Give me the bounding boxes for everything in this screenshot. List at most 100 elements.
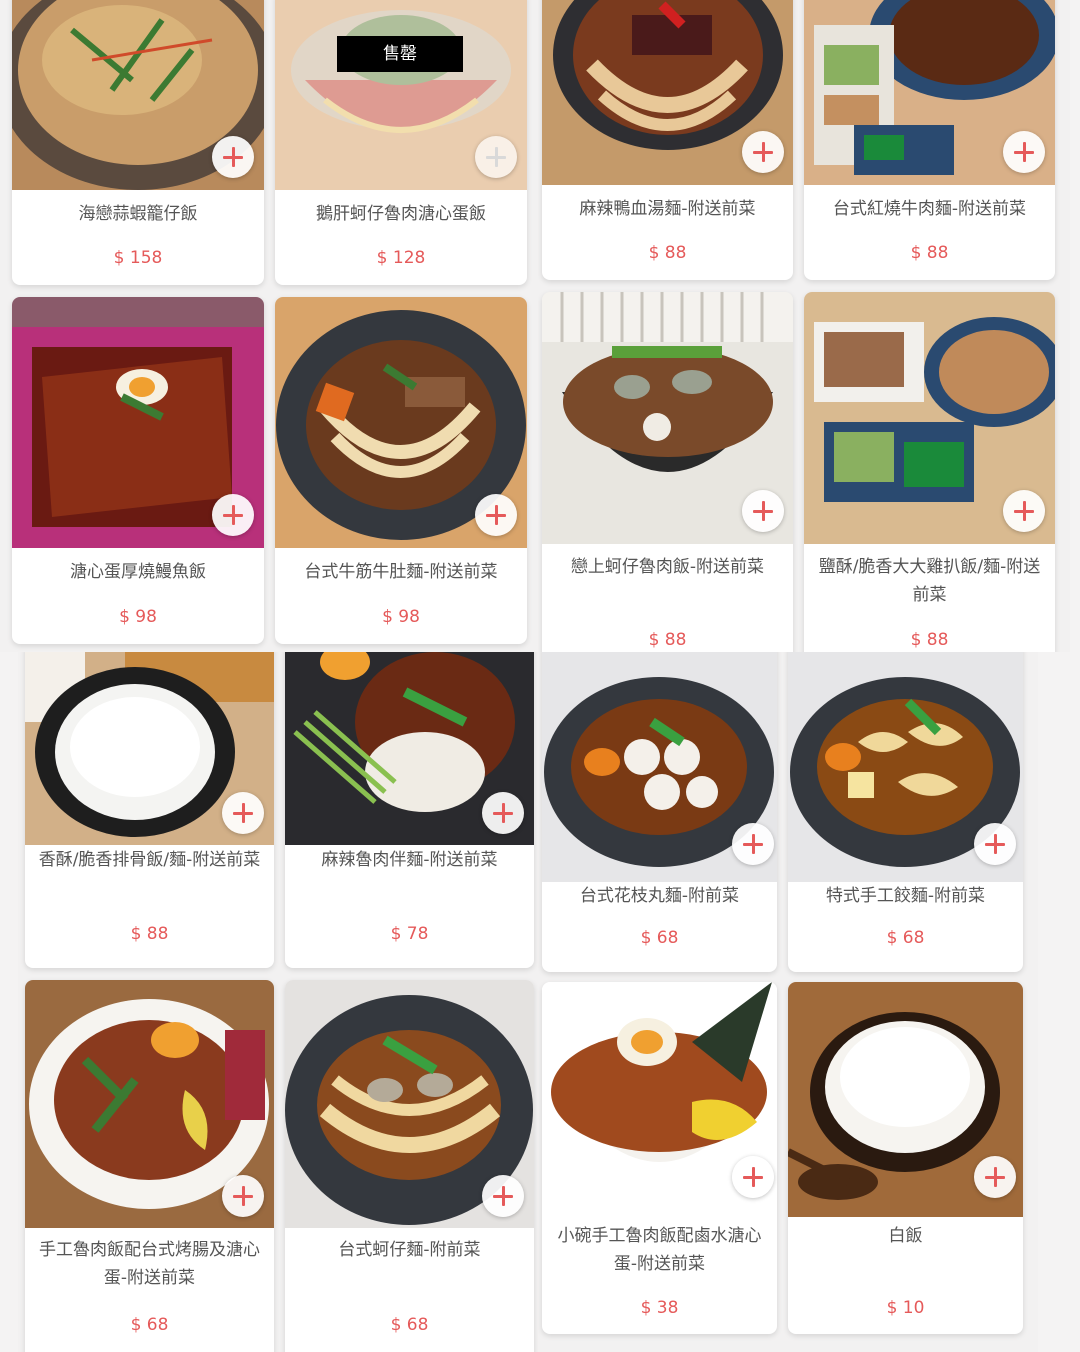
price-value: 68	[146, 1315, 169, 1335]
item-price: $ 88	[25, 924, 274, 944]
add-to-cart-button[interactable]	[732, 1156, 774, 1198]
currency-symbol: $	[640, 928, 652, 948]
price-value: 88	[926, 243, 949, 263]
item-price: $ 38	[542, 1298, 777, 1318]
add-to-cart-button[interactable]	[482, 1175, 524, 1217]
price-value: 88	[146, 924, 169, 944]
currency-symbol: $	[113, 248, 125, 268]
item-name: 鹽酥/脆香大大雞扒飯/麵-附送前菜	[818, 557, 1041, 605]
item-price: $ 68	[542, 928, 777, 948]
currency-symbol: $	[648, 243, 660, 263]
currency-symbol: $	[390, 1315, 402, 1335]
menu-card[interactable]: 香酥/脆香排骨飯/麵-附送前菜 $ 88	[25, 652, 274, 968]
menu-panel-top-left: 海戀蒜蝦籠仔飯 $ 158 售罄 鵝肝蚵仔魯肉溏心蛋飯 $ 128 溏心蛋厚燒鰻…	[0, 0, 538, 652]
menu-page: 海戀蒜蝦籠仔飯 $ 158 售罄 鵝肝蚵仔魯肉溏心蛋飯 $ 128 溏心蛋厚燒鰻…	[0, 0, 1080, 1352]
item-price: $ 88	[542, 243, 793, 263]
currency-symbol: $	[376, 248, 388, 268]
add-to-cart-button[interactable]	[732, 823, 774, 865]
item-price: $ 68	[285, 1315, 534, 1335]
item-price: $ 88	[542, 630, 793, 650]
item-name: 台式牛筋牛肚麵-附送前菜	[304, 562, 498, 582]
item-name: 香酥/脆香排骨飯/麵-附送前菜	[38, 850, 261, 870]
price-value: 88	[926, 630, 949, 650]
price-value: 78	[406, 924, 429, 944]
item-name: 麻辣魯肉伴麵-附送前菜	[321, 850, 498, 870]
menu-card[interactable]: 台式牛筋牛肚麵-附送前菜 $ 98	[275, 297, 527, 644]
price-value: 88	[664, 243, 687, 263]
item-price: $ 78	[285, 924, 534, 944]
item-name: 手工魯肉飯配台式烤腸及溏心蛋-附送前菜	[39, 1240, 260, 1288]
menu-card[interactable]: 戀上蚵仔魯肉飯-附送前菜 $ 88	[542, 292, 793, 652]
item-name: 小碗手工魯肉飯配鹵水溏心蛋-附送前菜	[557, 1226, 762, 1274]
menu-card[interactable]: 小碗手工魯肉飯配鹵水溏心蛋-附送前菜 $ 38	[542, 982, 777, 1334]
add-to-cart-button[interactable]	[482, 792, 524, 834]
item-price: $ 68	[25, 1315, 274, 1335]
add-to-cart-button[interactable]	[1003, 490, 1045, 532]
item-price: $ 98	[275, 607, 527, 627]
menu-card[interactable]: 海戀蒜蝦籠仔飯 $ 158	[12, 0, 264, 285]
currency-symbol: $	[390, 924, 402, 944]
menu-card[interactable]: 溏心蛋厚燒鰻魚飯 $ 98	[12, 297, 264, 644]
menu-card[interactable]: 台式蚵仔麵-附前菜 $ 68	[285, 980, 534, 1352]
item-price: $ 68	[788, 928, 1023, 948]
currency-symbol: $	[640, 1298, 652, 1318]
add-to-cart-button[interactable]	[1003, 131, 1045, 173]
currency-symbol: $	[648, 630, 660, 650]
menu-panel-bottom-left: 香酥/脆香排骨飯/麵-附送前菜 $ 88 麻辣魯肉伴麵-附送前菜 $ 78 手工…	[18, 652, 538, 1352]
add-to-cart-button[interactable]	[742, 490, 784, 532]
item-name: 海戀蒜蝦籠仔飯	[78, 204, 198, 224]
add-to-cart-button[interactable]	[212, 494, 254, 536]
menu-card[interactable]: 麻辣魯肉伴麵-附送前菜 $ 78	[285, 652, 534, 968]
price-value: 88	[664, 630, 687, 650]
item-price: $ 128	[275, 248, 527, 268]
menu-card-sold-out[interactable]: 售罄 鵝肝蚵仔魯肉溏心蛋飯 $ 128	[275, 0, 527, 285]
item-price: $ 158	[12, 248, 264, 268]
item-name: 台式蚵仔麵-附前菜	[338, 1240, 481, 1260]
item-price: $ 88	[804, 243, 1055, 263]
item-name: 麻辣鴨血湯麵-附送前菜	[579, 199, 756, 219]
currency-symbol: $	[886, 928, 898, 948]
menu-panel-bottom-right: 台式花枝丸麵-附前菜 $ 68 特式手工餃麵-附前菜 $ 68 小碗手工魯肉飯配…	[538, 652, 1038, 1352]
price-value: 38	[656, 1298, 679, 1318]
currency-symbol: $	[886, 1298, 898, 1318]
item-name: 白飯	[888, 1226, 923, 1246]
add-to-cart-button[interactable]	[974, 823, 1016, 865]
menu-card[interactable]: 台式花枝丸麵-附前菜 $ 68	[542, 652, 777, 972]
item-price: $ 98	[12, 607, 264, 627]
add-to-cart-button[interactable]	[974, 1156, 1016, 1198]
menu-card[interactable]: 台式紅燒牛肉麵-附送前菜 $ 88	[804, 0, 1055, 280]
menu-card[interactable]: 麻辣鴨血湯麵-附送前菜 $ 88	[542, 0, 793, 280]
price-value: 98	[135, 607, 157, 627]
price-value: 98	[398, 607, 420, 627]
currency-symbol: $	[910, 630, 922, 650]
item-name: 台式花枝丸麵-附前菜	[579, 886, 740, 906]
menu-card[interactable]: 白飯 $ 10	[788, 982, 1023, 1334]
add-to-cart-button[interactable]	[222, 1175, 264, 1217]
add-to-cart-button[interactable]	[212, 136, 254, 178]
menu-card[interactable]: 手工魯肉飯配台式烤腸及溏心蛋-附送前菜 $ 68	[25, 980, 274, 1352]
item-name: 台式紅燒牛肉麵-附送前菜	[832, 199, 1027, 219]
item-name: 特式手工餃麵-附前菜	[825, 886, 986, 906]
item-name: 戀上蚵仔魯肉飯-附送前菜	[570, 557, 765, 577]
price-value: 128	[392, 248, 426, 268]
menu-card[interactable]: 特式手工餃麵-附前菜 $ 68	[788, 652, 1023, 972]
item-name: 鵝肝蚵仔魯肉溏心蛋飯	[316, 204, 486, 224]
price-value: 158	[129, 248, 163, 268]
menu-card[interactable]: 鹽酥/脆香大大雞扒飯/麵-附送前菜 $ 88	[804, 292, 1055, 652]
price-value: 68	[656, 928, 679, 948]
price-value: 10	[902, 1298, 925, 1318]
price-value: 68	[406, 1315, 429, 1335]
sold-out-badge: 售罄	[337, 36, 463, 72]
item-price: $ 88	[804, 630, 1055, 650]
add-to-cart-button[interactable]	[742, 131, 784, 173]
currency-symbol: $	[130, 1315, 142, 1335]
currency-symbol: $	[382, 607, 393, 627]
add-to-cart-button[interactable]	[475, 136, 517, 178]
currency-symbol: $	[130, 924, 142, 944]
currency-symbol: $	[119, 607, 130, 627]
price-value: 68	[902, 928, 925, 948]
add-to-cart-button[interactable]	[475, 494, 517, 536]
add-to-cart-button[interactable]	[222, 792, 264, 834]
menu-panel-top-right: 麻辣鴨血湯麵-附送前菜 $ 88 台式紅燒牛肉麵-附送前菜 $ 88 戀上蚵仔魯…	[538, 0, 1070, 652]
item-name: 溏心蛋厚燒鰻魚飯	[70, 562, 206, 582]
